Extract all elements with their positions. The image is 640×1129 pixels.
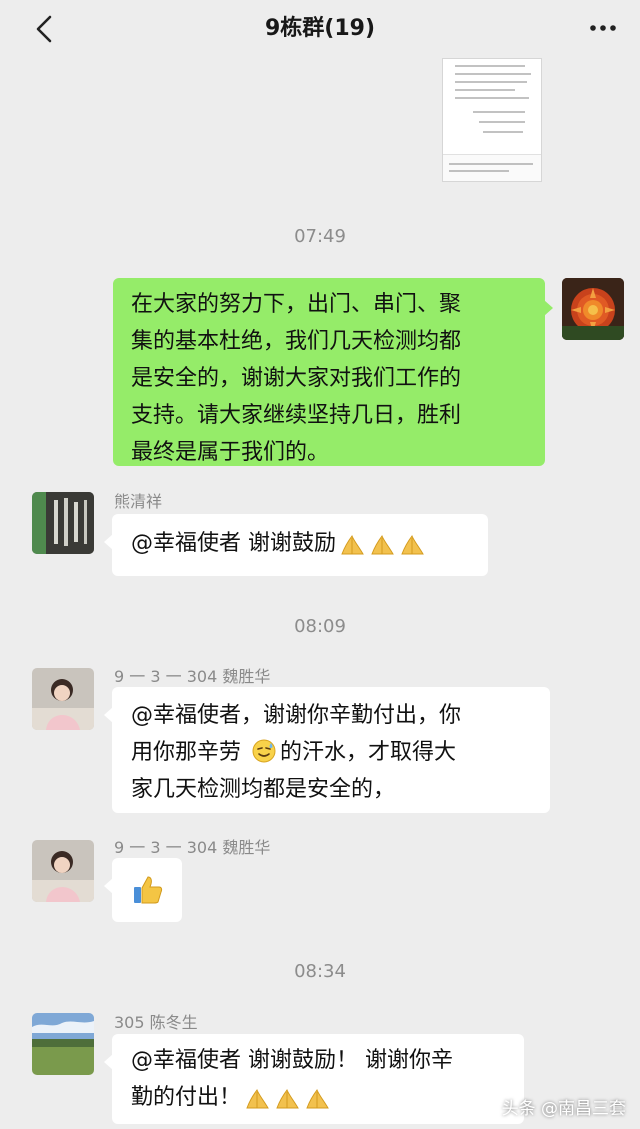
message-text: 用你那辛劳 xyxy=(131,740,242,765)
sender-avatar[interactable] xyxy=(32,1013,94,1075)
document-image-message[interactable] xyxy=(442,58,542,182)
message-line: 集的基本杜绝，我们几天检测均都 xyxy=(131,329,462,354)
child-photo-avatar-image xyxy=(32,840,94,902)
message-bubble[interactable]: @幸福使者 谢谢鼓励！ 谢谢你辛 勤的付出！ xyxy=(104,1034,524,1124)
message-bubble[interactable] xyxy=(104,858,182,922)
sender-name: 305 陈冬生 xyxy=(114,1013,198,1032)
message-line-with-emoji: 用你那辛劳 的汗水，才取得大 xyxy=(131,734,540,771)
message-bubble[interactable]: @幸福使者，谢谢你辛勤付出，你 用你那辛劳 的汗水，才取得大 家几天检测均都是安… xyxy=(104,687,550,813)
more-button[interactable] xyxy=(588,18,618,38)
message-text: 的汗水，才取得大 xyxy=(280,740,457,765)
sender-name: 9 一 3 一 304 魏胜华 xyxy=(114,838,271,857)
sender-avatar[interactable] xyxy=(32,668,94,730)
message-line-with-emoji: 勤的付出！ xyxy=(131,1079,514,1117)
sender-avatar[interactable] xyxy=(32,492,94,554)
self-message-bubble[interactable]: 在大家的努力下，出门、串门、聚 集的基本杜绝，我们几天检测均都 是安全的，谢谢大… xyxy=(113,278,553,466)
timestamp: 07:49 xyxy=(294,226,346,247)
chat-header: 9栋群(19) xyxy=(0,0,640,58)
message-line: @幸福使者，谢谢你辛勤付出，你 xyxy=(131,703,462,728)
flower-avatar-image xyxy=(562,278,624,340)
child-photo-avatar-image xyxy=(32,668,94,730)
message-bubble[interactable]: @幸福使者 谢谢鼓励 xyxy=(104,514,488,576)
timestamp: 08:09 xyxy=(294,616,346,637)
sender-name: 熊清祥 xyxy=(114,492,163,511)
message-list[interactable]: 07:49 在大家的努力下，出门、串门、聚 集的基本杜绝，我们几天检测均都 是安… xyxy=(0,58,640,1129)
landscape-avatar-image xyxy=(32,1013,94,1075)
timestamp: 08:34 xyxy=(294,961,346,982)
message-line: 支持。请大家继续坚持几日，胜利 xyxy=(131,403,462,428)
praying-hands-icon xyxy=(336,526,426,563)
more-dots-icon xyxy=(590,25,616,31)
thumbs-up-emoji-icon xyxy=(134,876,163,904)
message-line: 在大家的努力下，出门、串门、聚 xyxy=(131,292,462,317)
chat-title: 9栋群(19) xyxy=(264,16,376,41)
sender-avatar[interactable] xyxy=(32,840,94,902)
calligraphy-avatar-image xyxy=(32,492,94,554)
watermark: 头条 @南昌三套 xyxy=(501,1099,626,1119)
self-avatar[interactable] xyxy=(562,278,624,340)
message-text: @幸福使者 谢谢鼓励 xyxy=(131,531,336,556)
message-text: 勤的付出！ xyxy=(131,1085,242,1110)
sweat-smile-emoji-icon xyxy=(252,739,276,763)
message-line: 最终是属于我们的。 xyxy=(131,440,330,465)
message-line: 是安全的，谢谢大家对我们工作的 xyxy=(131,366,462,391)
praying-hands-icon xyxy=(241,1080,331,1117)
sender-name: 9 一 3 一 304 魏胜华 xyxy=(114,667,271,686)
document-footer xyxy=(443,154,541,181)
message-line: 家几天检测均都是安全的， xyxy=(131,777,396,802)
message-line: @幸福使者 谢谢鼓励！ 谢谢你辛 xyxy=(131,1048,453,1073)
